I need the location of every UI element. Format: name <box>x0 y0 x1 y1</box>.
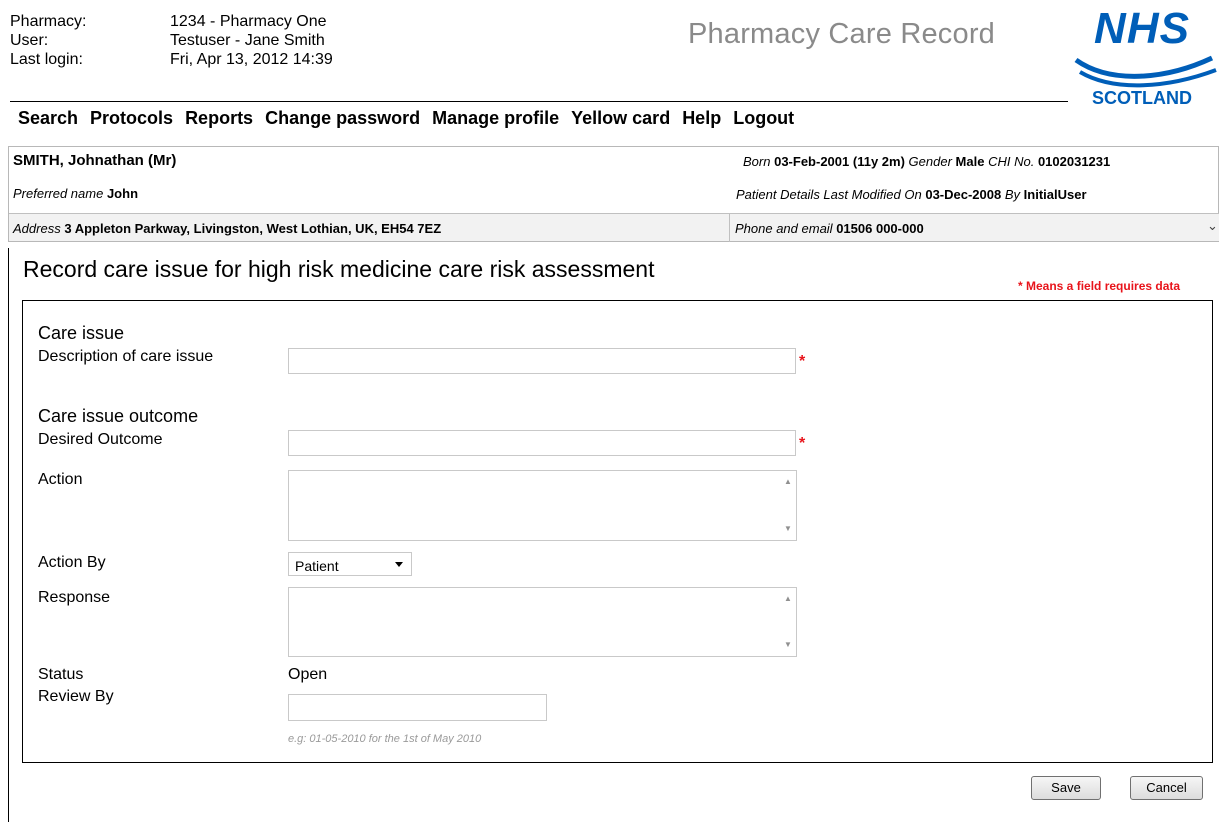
desired-outcome-input[interactable] <box>288 430 796 456</box>
preferred-name-label: Preferred name <box>13 186 104 201</box>
pharmacy-value: 1234 - Pharmacy One <box>170 13 327 30</box>
triangle-down-icon[interactable]: ▼ <box>784 640 792 649</box>
menu-yellow-card[interactable]: Yellow card <box>571 108 670 129</box>
save-button[interactable]: Save <box>1031 776 1101 800</box>
response-scrollbar[interactable]: ▲ ▼ <box>781 588 795 656</box>
triangle-up-icon[interactable]: ▲ <box>784 594 792 603</box>
modified-label: Patient Details Last Modified On <box>736 187 922 202</box>
phone-label: Phone and email <box>735 221 833 236</box>
last-login-label: Last login: <box>10 51 83 68</box>
age-value: (11y 2m) <box>852 154 905 169</box>
user-value: Testuser - Jane Smith <box>170 32 325 49</box>
address-row[interactable]: Address 3 Appleton Parkway, Livingston, … <box>9 213 1219 242</box>
pharmacy-label: Pharmacy: <box>10 13 87 30</box>
address-label: Address <box>13 221 61 236</box>
gender-value: Male <box>955 154 985 169</box>
chi-label: CHI No. <box>988 154 1035 169</box>
triangle-down-icon[interactable]: ▼ <box>784 524 792 533</box>
user-label: User: <box>10 32 49 49</box>
action-by-value: Patient <box>295 558 339 574</box>
triangle-up-icon[interactable]: ▲ <box>784 477 792 486</box>
born-label: Born <box>743 154 771 169</box>
born-value: 03-Feb-2001 <box>774 154 850 169</box>
review-by-hint: e.g: 01-05-2010 for the 1st of May 2010 <box>288 733 482 745</box>
phone-email: Phone and email 01506 000-000 <box>735 221 924 236</box>
nhs-logo-subtext: SCOTLAND <box>1092 88 1192 108</box>
description-input[interactable] <box>288 348 796 374</box>
menu-logout[interactable]: Logout <box>733 108 794 129</box>
patient-demographics: Born 03-Feb-2001 (11y 2m) Gender Male CH… <box>743 154 1110 169</box>
status-value: Open <box>288 666 328 683</box>
cancel-button[interactable]: Cancel <box>1130 776 1203 800</box>
last-modified: Patient Details Last Modified On 03-Dec-… <box>736 187 1087 202</box>
menu-search[interactable]: Search <box>18 108 78 129</box>
menu-protocols[interactable]: Protocols <box>90 108 173 129</box>
review-by-label: Review By <box>38 688 114 705</box>
session-info: Pharmacy: 1234 - Pharmacy One User: Testus… <box>10 12 333 69</box>
menu-change-password[interactable]: Change password <box>265 108 420 129</box>
review-by-input[interactable] <box>288 694 547 721</box>
action-by-label: Action By <box>38 554 106 571</box>
header-divider <box>10 101 1068 102</box>
address-value: 3 Appleton Parkway, Livingston, West Lot… <box>64 221 442 236</box>
modified-value: 03-Dec-2008 <box>925 187 1002 202</box>
menu-reports[interactable]: Reports <box>185 108 253 129</box>
content-border <box>8 248 9 822</box>
modified-by-value: InitialUser <box>1023 187 1087 202</box>
app-title: Pharmacy Care Record <box>688 18 995 50</box>
nhs-logo-text: NHS <box>1094 4 1190 53</box>
required-marker: * <box>799 435 806 452</box>
action-scrollbar[interactable]: ▲ ▼ <box>781 471 795 540</box>
status-label: Status <box>38 666 84 683</box>
modified-by-label: By <box>1004 187 1021 202</box>
chevron-down-icon[interactable]: ⌄ <box>1207 218 1218 234</box>
menu-help[interactable]: Help <box>682 108 721 129</box>
action-by-select[interactable]: Patient <box>288 552 412 576</box>
care-issue-outcome-heading: Care issue outcome <box>38 406 199 426</box>
action-label: Action <box>38 471 83 488</box>
preferred-name: Preferred name John <box>13 186 138 201</box>
address-divider <box>729 214 730 242</box>
phone-value: 01506 000-000 <box>836 221 924 236</box>
page-title: Record care issue for high risk medicine… <box>23 256 655 282</box>
patient-name: SMITH, Johnathan (Mr) <box>13 152 177 169</box>
response-label: Response <box>38 589 111 606</box>
description-label: Description of care issue <box>38 348 214 365</box>
required-note: * Means a field requires data <box>1018 279 1181 293</box>
preferred-name-value: John <box>106 186 139 201</box>
main-menu: Search Protocols Reports Change password… <box>18 108 806 129</box>
last-login-value: Fri, Apr 13, 2012 14:39 <box>170 51 333 68</box>
menu-manage-profile[interactable]: Manage profile <box>432 108 559 129</box>
nhs-scotland-logo: NHS SCOTLAND <box>1070 4 1219 108</box>
chi-value: 0102031231 <box>1037 154 1111 169</box>
patient-banner: SMITH, Johnathan (Mr) Born 03-Feb-2001 (… <box>8 146 1219 242</box>
gender-label: Gender <box>908 154 952 169</box>
wave-icon <box>1074 55 1217 88</box>
required-marker: * <box>799 353 806 370</box>
address: Address 3 Appleton Parkway, Livingston, … <box>13 221 441 236</box>
desired-outcome-label: Desired Outcome <box>38 431 163 448</box>
care-issue-heading: Care issue <box>38 323 125 343</box>
chevron-down-icon <box>395 562 403 567</box>
response-textarea[interactable] <box>288 587 797 657</box>
action-textarea[interactable] <box>288 470 797 541</box>
